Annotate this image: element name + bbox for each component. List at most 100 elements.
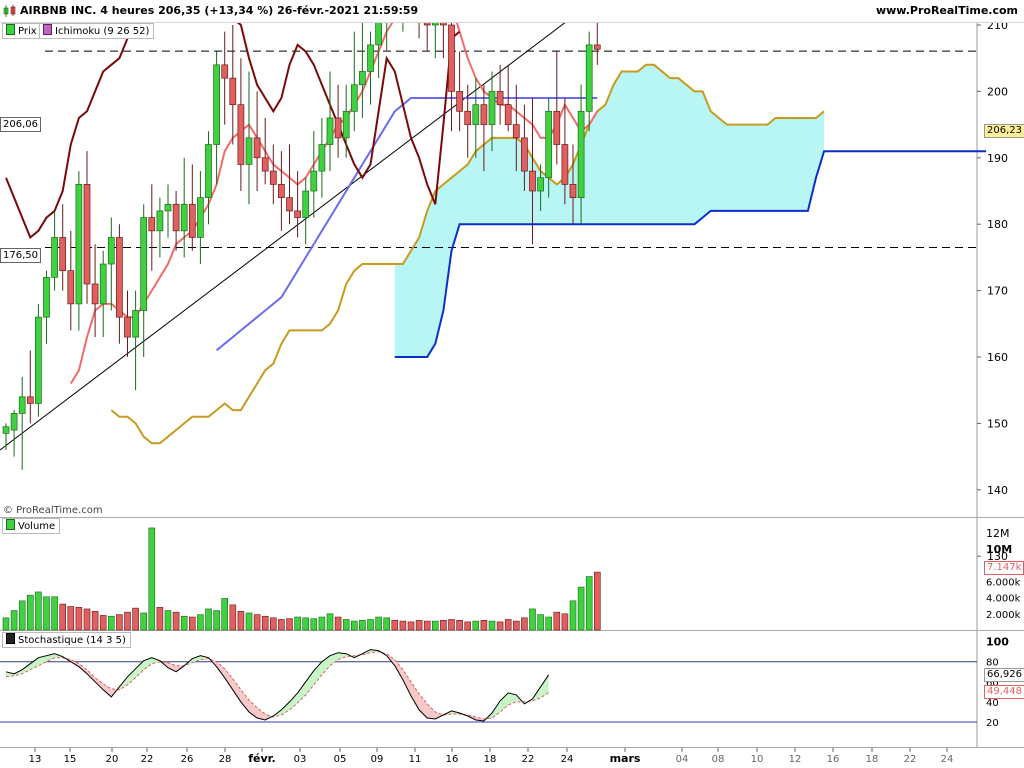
x-axis-label: 26 (181, 754, 194, 765)
x-axis-label: 10 (751, 754, 764, 765)
volume-bar (569, 600, 577, 631)
lower-level-label[interactable]: 176,50 (0, 248, 41, 263)
candle-body (172, 203, 180, 232)
volume-bar (10, 610, 18, 631)
volume-tick-label: 2.000k (986, 610, 1021, 621)
stoch-tick-label: 20 (986, 718, 999, 729)
volume-bar (310, 618, 318, 631)
volume-bar (359, 619, 366, 631)
x-axis-label: 09 (371, 754, 384, 765)
candle-body (278, 184, 285, 198)
candle-body (205, 144, 212, 198)
volume-bar (326, 613, 334, 631)
candle-body (480, 104, 488, 125)
volume-bar (269, 617, 277, 631)
legend-volume[interactable]: Volume (2, 518, 61, 534)
candle-body (294, 210, 301, 218)
volume-tick-label: 4.000k (986, 594, 1021, 605)
price-tick-label: 190 (987, 152, 1008, 165)
candle-body (18, 396, 26, 414)
volume-bar (180, 615, 188, 631)
candle-body (75, 184, 83, 305)
candle-body (26, 396, 34, 404)
candle (35, 303, 42, 417)
candle-body (221, 64, 229, 79)
x-axis-label: 18 (866, 754, 879, 765)
candle-body (367, 44, 374, 72)
volume-bar (302, 617, 310, 631)
volume-bar (67, 606, 75, 631)
x-axis-label: 12 (789, 754, 802, 765)
candle-body (91, 283, 99, 305)
candle-body (585, 44, 593, 112)
candle-body (116, 237, 123, 318)
x-axis-label: 24 (561, 754, 574, 765)
candle-body (310, 170, 318, 192)
price-tick-label: 170 (987, 285, 1008, 298)
stoch-d-badge: 49,448 (984, 685, 1024, 699)
chart-header: AIRBNB INC. 4 heures 206,35 (+13,34 %) 2… (0, 0, 1024, 23)
volume-bar (51, 596, 58, 631)
candle-body (521, 137, 528, 172)
candle-body (342, 110, 350, 139)
volume-tick-label: 12M (986, 527, 1010, 540)
volume-bar (59, 603, 67, 631)
volume-bar (545, 616, 553, 631)
volume-bar (164, 610, 172, 631)
volume-bar (399, 620, 407, 631)
legend-ichimoku[interactable]: Ichimoku (9 26 52) (39, 23, 155, 39)
watermark: © ProRealTime.com (3, 505, 103, 516)
last-volume-badge: 7.147k (984, 561, 1024, 575)
volume-bar (423, 620, 431, 631)
candle-body (140, 217, 148, 311)
volume-bar (407, 621, 415, 631)
candle-body (496, 91, 504, 106)
x-axis-label: 13 (29, 754, 42, 765)
candle-body (512, 124, 520, 139)
candle-body (529, 170, 536, 192)
x-axis-label: 22 (904, 754, 917, 765)
volume-bar (99, 615, 107, 631)
ichimoku-swatch-icon (43, 24, 52, 35)
candle-body (99, 263, 107, 305)
site-link[interactable]: www.ProRealTime.com (876, 4, 1018, 17)
x-axis-label: 08 (712, 754, 725, 765)
x-axis-label: 22 (141, 754, 154, 765)
volume-bar (286, 618, 293, 631)
candle-body (188, 203, 196, 238)
legend-ichimoku-label: Ichimoku (9 26 52) (55, 26, 150, 37)
x-axis-label: 16 (446, 754, 459, 765)
volume-bar (375, 616, 382, 631)
volume-bar (237, 611, 245, 631)
candle-body (302, 190, 310, 218)
legend-price[interactable]: Prix (2, 23, 42, 39)
candle-body (350, 84, 358, 112)
x-axis-label: mars (610, 752, 641, 765)
volume-bar (440, 619, 447, 631)
candle-body (213, 64, 220, 145)
candle-body (253, 137, 261, 159)
volume-bar (148, 527, 156, 631)
chart-canvas[interactable]: 23022021020019018017016015014013012M10M8… (0, 0, 1024, 768)
legend-stochastic[interactable]: Stochastique (14 3 5) (2, 632, 131, 648)
candle-body (180, 203, 188, 232)
volume-bar (488, 620, 496, 631)
volume-bar (334, 616, 342, 631)
instrument-title: AIRBNB INC. 4 heures 206,35 (+13,34 %) 2… (20, 4, 419, 17)
volume-bar (124, 611, 131, 631)
volume-bar (189, 616, 196, 631)
volume-bar (140, 612, 147, 631)
candle-body (448, 24, 455, 92)
stoch-k-badge: 66,926 (984, 668, 1024, 682)
candle-body (156, 210, 164, 232)
volume-bar (116, 614, 123, 631)
legend-stochastic-label: Stochastique (14 3 5) (18, 635, 126, 646)
upper-level-label[interactable]: 206,06 (0, 117, 41, 132)
x-axis-label: 04 (676, 754, 689, 765)
price-tick-label: 180 (987, 218, 1008, 231)
stochastic-swatch-icon (6, 633, 15, 644)
candle-body (10, 413, 18, 431)
volume-bar (383, 617, 391, 631)
x-axis-label: 05 (334, 754, 347, 765)
volume-bar (529, 608, 536, 631)
